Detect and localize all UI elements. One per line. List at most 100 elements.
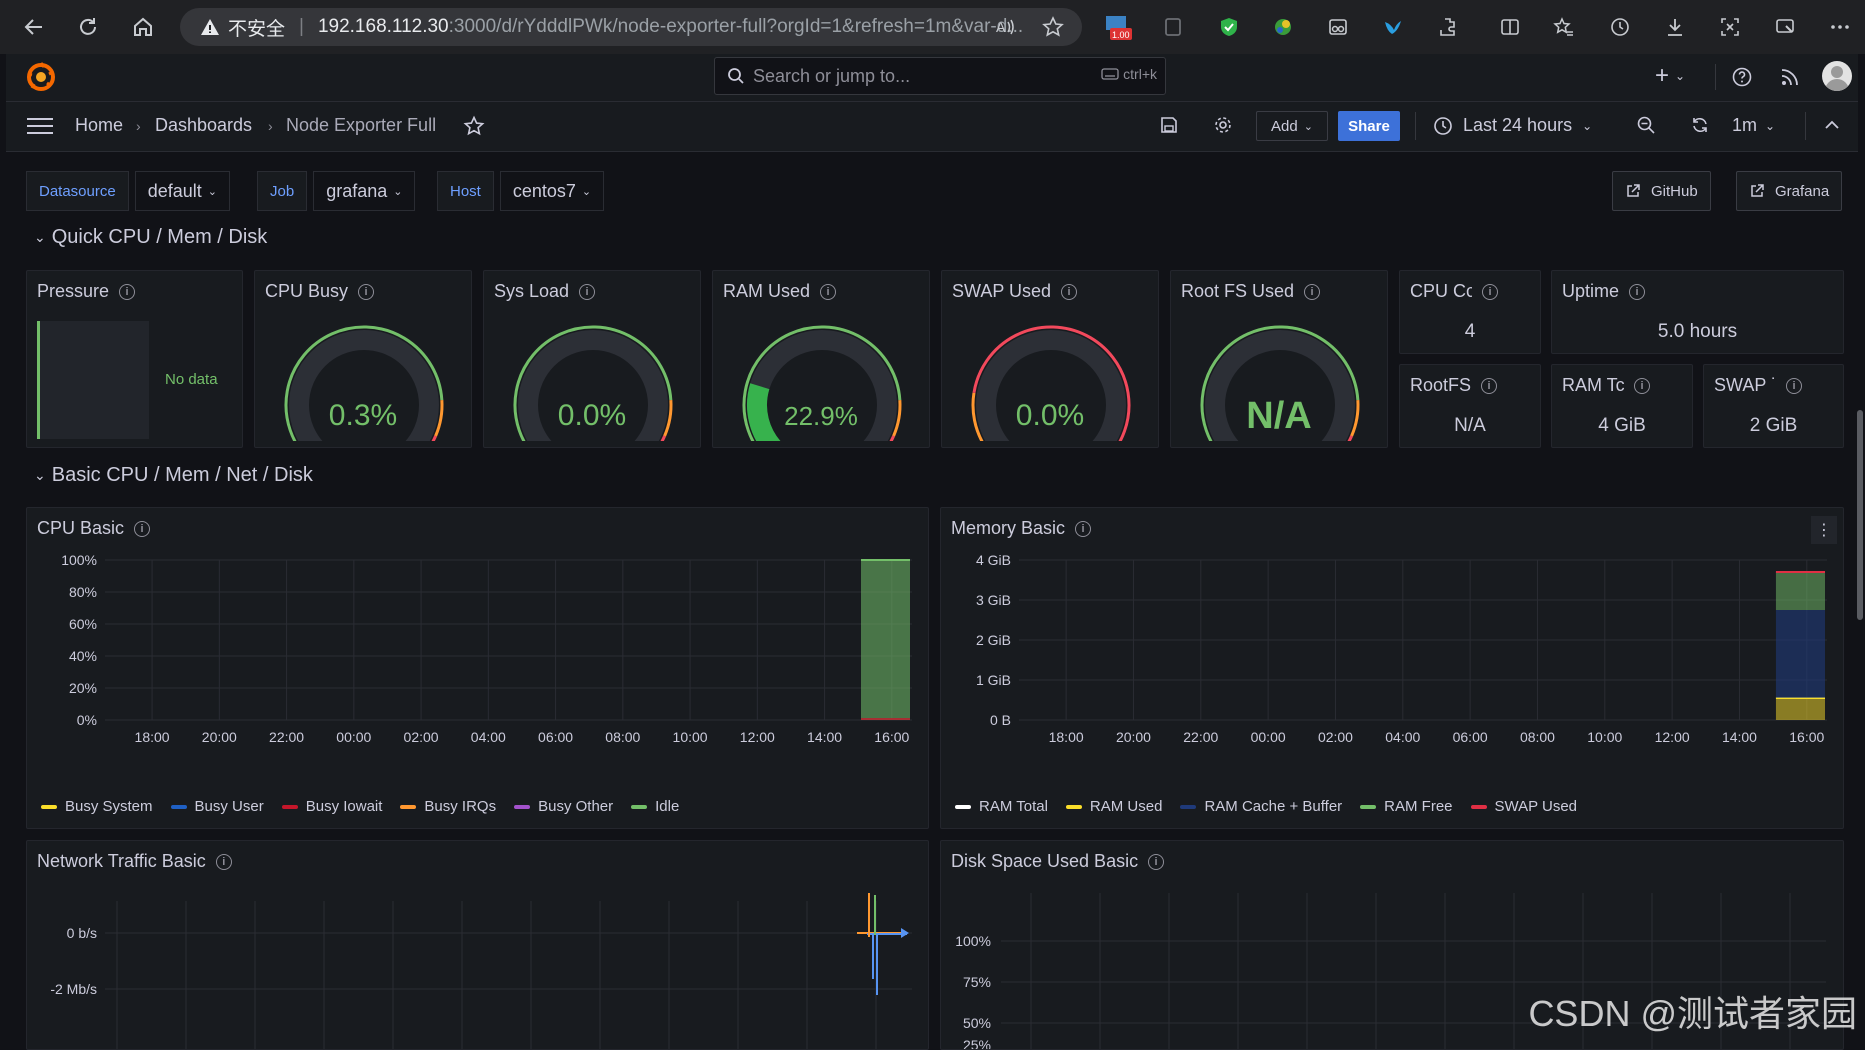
info-icon[interactable]: i	[579, 284, 595, 300]
y-tick-label: 50%	[963, 1015, 991, 1031]
refresh-icon[interactable]	[1690, 115, 1710, 135]
settings-gear-icon[interactable]	[1213, 115, 1233, 135]
extension-glasses-icon[interactable]	[1323, 12, 1353, 42]
panel-swap-total[interactable]: SWAP ˙i 2 GiB	[1703, 364, 1844, 448]
zoom-out-icon[interactable]	[1636, 115, 1656, 135]
panel-cpu-cores[interactable]: CPU Cci 4	[1399, 270, 1541, 354]
breadcrumb-home[interactable]: Home	[75, 115, 123, 136]
legend-item[interactable]: Idle	[631, 798, 679, 815]
panel-swap-used[interactable]: SWAP Usedi 0.0%	[941, 270, 1159, 448]
row-header-basic[interactable]: ⌄Basic CPU / Mem / Net / Disk	[34, 464, 313, 487]
download-icon[interactable]	[1660, 12, 1690, 42]
variable-select[interactable]: grafana⌄	[313, 171, 415, 211]
shield-icon[interactable]	[1214, 12, 1244, 42]
favorite-icon[interactable]	[1038, 12, 1068, 42]
address-bar[interactable]: 不安全 | 192.168.112.30:3000/d/rYdddlPWk/no…	[180, 8, 1082, 46]
save-icon[interactable]	[1159, 115, 1179, 135]
row-header-quick[interactable]: ⌄Quick CPU / Mem / Disk	[34, 226, 267, 249]
refresh-interval-picker[interactable]: 1m⌄	[1732, 115, 1775, 136]
cpu-basic-chart[interactable]: 100%80%60%40%20%0%18:0020:0022:0000:0002…	[27, 550, 929, 780]
extension-doc-icon[interactable]	[1158, 12, 1188, 42]
legend-item[interactable]: Busy Other	[514, 798, 613, 815]
panel-ram-total[interactable]: RAM Tci 4 GiB	[1551, 364, 1693, 448]
variable-select[interactable]: default⌄	[135, 171, 230, 211]
star-icon[interactable]	[463, 115, 485, 137]
panel-menu-icon[interactable]: ⋮	[1811, 516, 1837, 544]
new-menu-button[interactable]: +⌄	[1655, 62, 1685, 90]
info-icon[interactable]: i	[1061, 284, 1077, 300]
search-icon	[727, 67, 745, 85]
network-traffic-chart[interactable]: 0 b/s-2 Mb/s	[27, 883, 929, 1050]
x-tick-label: 00:00	[336, 729, 371, 745]
legend-item[interactable]: Busy User	[171, 798, 264, 815]
info-icon[interactable]: i	[820, 284, 836, 300]
collections-icon[interactable]	[1770, 12, 1800, 42]
memory-basic-chart[interactable]: 4 GiB3 GiB2 GiB1 GiB0 B18:0020:0022:0000…	[941, 550, 1844, 780]
grafana-link-button[interactable]: Grafana	[1736, 171, 1842, 211]
info-icon[interactable]: i	[1482, 284, 1498, 300]
legend-item[interactable]: Busy System	[41, 798, 153, 815]
panel-uptime[interactable]: Uptimei 5.0 hours	[1551, 270, 1844, 354]
y-tick-label: 2 GiB	[976, 632, 1011, 648]
panel-memory-basic[interactable]: Memory Basici ⋮ 4 GiB3 GiB2 GiB1 GiB0 B1…	[940, 507, 1844, 829]
info-icon[interactable]: i	[119, 284, 135, 300]
help-icon[interactable]	[1731, 66, 1753, 88]
news-feed-icon[interactable]	[1779, 66, 1801, 88]
grafana-logo-icon[interactable]	[24, 60, 58, 94]
breadcrumb-dashboards[interactable]: Dashboards	[155, 115, 252, 136]
favorites-icon[interactable]	[1549, 12, 1579, 42]
variable-job: Job grafana⌄	[257, 171, 415, 211]
panel-root-fs-used[interactable]: Root FS Usedi N/A	[1170, 270, 1388, 448]
y-tick-label: 0 b/s	[67, 925, 97, 941]
y-tick-label: 20%	[69, 680, 97, 696]
github-link-button[interactable]: GitHub	[1612, 171, 1711, 211]
chevron-up-icon[interactable]	[1824, 119, 1840, 131]
variable-select[interactable]: centos7⌄	[500, 171, 604, 211]
panel-cpu-basic[interactable]: CPU Basici 100%80%60%40%20%0%18:0020:002…	[26, 507, 929, 829]
page-scrollbar[interactable]	[1857, 410, 1863, 620]
extensions-icon[interactable]	[1433, 12, 1463, 42]
extension-color-icon[interactable]	[1268, 12, 1298, 42]
legend-item[interactable]: RAM Total	[955, 798, 1048, 815]
add-button[interactable]: Add⌄	[1256, 111, 1328, 141]
avatar[interactable]	[1822, 61, 1852, 91]
info-icon[interactable]: i	[1629, 284, 1645, 300]
panel-cpu-busy[interactable]: CPU Busyi 0.3%	[254, 270, 472, 448]
search-input[interactable]: Search or jump to... ctrl+k	[714, 57, 1166, 95]
extension-bird-icon[interactable]	[1378, 12, 1408, 42]
back-icon[interactable]	[16, 9, 52, 45]
legend-item[interactable]: Busy Iowait	[282, 798, 383, 815]
legend-item[interactable]: Busy IRQs	[400, 798, 496, 815]
home-icon[interactable]	[125, 9, 161, 45]
info-icon[interactable]: i	[1148, 854, 1164, 870]
panel-ram-used[interactable]: RAM Usedi 22.9%	[712, 270, 930, 448]
info-icon[interactable]: i	[216, 854, 232, 870]
panel-title: Pressurei	[37, 281, 135, 302]
time-range-picker[interactable]: Last 24 hours⌄	[1433, 115, 1592, 136]
menu-icon[interactable]	[27, 117, 53, 135]
legend-item[interactable]: RAM Used	[1066, 798, 1163, 815]
info-icon[interactable]: i	[1786, 378, 1802, 394]
panel-pressure[interactable]: Pressurei No data	[26, 270, 243, 448]
legend-item[interactable]: SWAP Used	[1471, 798, 1578, 815]
info-icon[interactable]: i	[1634, 378, 1650, 394]
external-link-icon	[1625, 183, 1641, 199]
legend-item[interactable]: RAM Cache + Buffer	[1180, 798, 1342, 815]
share-button[interactable]: Share	[1338, 111, 1400, 141]
read-aloud-icon[interactable]: A	[990, 12, 1020, 42]
extension-badge-icon[interactable]: 1.00	[1102, 12, 1132, 42]
split-screen-icon[interactable]	[1495, 12, 1525, 42]
panel-rootfs-total[interactable]: RootFSi N/A	[1399, 364, 1541, 448]
more-menu-icon[interactable]	[1825, 12, 1855, 42]
screenshot-icon[interactable]	[1715, 12, 1745, 42]
info-icon[interactable]: i	[1304, 284, 1320, 300]
info-icon[interactable]: i	[358, 284, 374, 300]
info-icon[interactable]: i	[1481, 378, 1497, 394]
panel-sys-load[interactable]: Sys Loadi 0.0%	[483, 270, 701, 448]
info-icon[interactable]: i	[1075, 521, 1091, 537]
history-icon[interactable]	[1605, 12, 1635, 42]
reload-icon[interactable]	[70, 9, 106, 45]
legend-item[interactable]: RAM Free	[1360, 798, 1452, 815]
panel-network-traffic-basic[interactable]: Network Traffic Basici 0 b/s-2 Mb/s	[26, 840, 929, 1050]
info-icon[interactable]: i	[134, 521, 150, 537]
